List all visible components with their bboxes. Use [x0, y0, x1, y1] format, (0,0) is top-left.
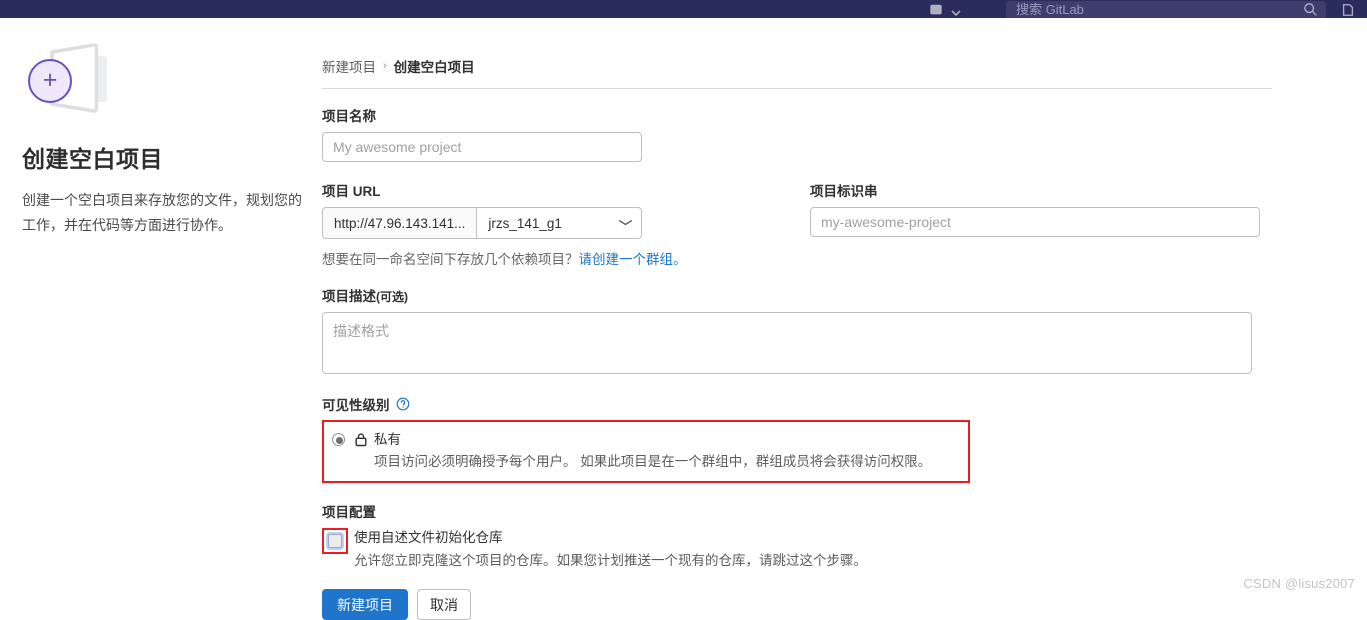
project-url-label: 项目 URL — [322, 184, 381, 199]
breadcrumb-current: 创建空白项目 — [393, 60, 475, 75]
navbar-icon-group — [928, 0, 962, 18]
create-project-form: 新建项目 › 创建空白项目 项目名称 项目 URL http://47.96.1… — [322, 18, 1367, 620]
visibility-private-texts: 私有 项目访问必须明确授予每个用户。 如果此项目是在一个群组中，群组成员将会获得… — [374, 430, 931, 472]
readme-checkbox-row: 使用自述文件初始化仓库 允许您立即克隆这个项目的仓库。如果您计划推送一个现有的仓… — [322, 528, 1272, 572]
visibility-private-radio[interactable] — [332, 433, 345, 446]
visibility-level-header: 可见性级别 — [322, 394, 1272, 414]
visibility-option-private[interactable]: 私有 项目访问必须明确授予每个用户。 如果此项目是在一个群组中，群组成员将会获得… — [328, 430, 958, 472]
initialize-readme-description: 允许您立即克隆这个项目的仓库。如果您计划推送一个现有的仓库，请跳过这个步骤。 — [354, 553, 867, 568]
project-slug-label: 项目标识串 — [810, 184, 878, 199]
readme-checkbox-highlight-box — [322, 528, 348, 554]
visibility-private-name: 私有 — [374, 432, 401, 447]
create-group-link[interactable]: 请创建一个群组。 — [579, 252, 687, 267]
blank-project-info-panel: + 创建空白项目 创建一个空白项目来存放您的文件，规划您的工作，并在代码等方面进… — [0, 18, 322, 596]
namespace-selected-value: jrzs_141_g1 — [488, 215, 562, 231]
global-search-box[interactable]: 搜索 GitLab — [1006, 1, 1326, 18]
watermark: CSDN @lisus2007 — [1243, 576, 1355, 591]
initialize-readme-label[interactable]: 使用自述文件初始化仓库 — [354, 528, 867, 548]
breadcrumb: 新建项目 › 创建空白项目 — [322, 56, 1272, 88]
panel-description: 创建一个空白项目来存放您的文件，规划您的工作，并在代码等方面进行协作。 — [22, 192, 302, 233]
merge-request-icon[interactable] — [1340, 1, 1356, 17]
project-description-optional-text: (可选) — [376, 290, 408, 304]
page-body: + 创建空白项目 创建一个空白项目来存放您的文件，规划您的工作，并在代码等方面进… — [0, 18, 1367, 620]
new-project-folder-plus-icon: + — [22, 40, 118, 124]
project-description-label: 项目描述(可选) — [322, 285, 1272, 305]
url-and-slug-row: 项目 URL http://47.96.143.141... jrzs_141_… — [322, 180, 1272, 268]
cancel-button[interactable]: 取消 — [417, 589, 471, 620]
chevron-down-icon — [618, 218, 633, 229]
top-navbar: 搜索 GitLab — [0, 0, 1367, 18]
visibility-level-label: 可见性级别 — [322, 398, 390, 413]
project-url-field: 项目 URL http://47.96.143.141... jrzs_141_… — [322, 180, 802, 268]
breadcrumb-parent[interactable]: 新建项目 — [322, 56, 376, 76]
plus-badge-icon: + — [28, 59, 72, 103]
project-configuration-section: 项目配置 使用自述文件初始化仓库 允许您立即克隆这个项目的仓库。如果您计划推送一… — [322, 501, 1272, 572]
project-url-input-group: http://47.96.143.141... jrzs_141_g1 — [322, 207, 642, 239]
project-name-field: 项目名称 — [322, 105, 1272, 162]
url-helper-text: 想要在同一命名空间下存放几个依赖项目？请创建一个群组。 — [322, 248, 802, 268]
plus-glyph: + — [42, 66, 58, 94]
project-slug-input[interactable] — [810, 207, 1260, 237]
issues-icon[interactable] — [928, 1, 944, 17]
search-input-placeholder[interactable]: 搜索 GitLab — [1016, 2, 1303, 17]
breadcrumb-separator-icon: › — [383, 60, 387, 72]
namespace-select[interactable]: jrzs_141_g1 — [476, 207, 642, 239]
lock-icon — [354, 432, 368, 447]
form-actions: 新建项目 取消 — [322, 589, 1272, 620]
visibility-private-description: 项目访问必须明确授予每个用户。 如果此项目是在一个群组中，群组成员将会获得访问权… — [374, 454, 932, 469]
chevron-down-icon[interactable] — [950, 3, 962, 17]
project-name-label: 项目名称 — [322, 109, 376, 124]
initialize-readme-checkbox[interactable] — [328, 534, 342, 548]
panel-title: 创建空白项目 — [22, 146, 163, 172]
project-description-label-text: 项目描述 — [322, 289, 376, 304]
project-description-textarea[interactable] — [322, 312, 1252, 374]
visibility-highlight-box: 私有 项目访问必须明确授予每个用户。 如果此项目是在一个群组中，群组成员将会获得… — [322, 420, 970, 483]
project-configuration-label: 项目配置 — [322, 505, 376, 520]
navbar-right-icons — [1340, 1, 1356, 18]
url-prefix-text: http://47.96.143.141... — [322, 207, 477, 239]
url-helper-sentence: 想要在同一命名空间下存放几个依赖项目？ — [322, 252, 579, 267]
visibility-level-section: 可见性级别 私有 项目访问必须明确授予每个用户。 如果此项目是在一个群组中，群组… — [322, 394, 1272, 483]
project-slug-field: 项目标识串 — [802, 180, 1272, 268]
search-icon[interactable] — [1303, 2, 1318, 17]
create-project-button[interactable]: 新建项目 — [322, 589, 408, 620]
project-name-input[interactable] — [322, 132, 642, 162]
navbar-left-spacer — [0, 0, 928, 18]
readme-checkbox-texts: 使用自述文件初始化仓库 允许您立即克隆这个项目的仓库。如果您计划推送一个现有的仓… — [354, 528, 867, 572]
question-circle-icon[interactable] — [396, 397, 410, 411]
project-description-field: 项目描述(可选) — [322, 285, 1272, 374]
header-divider — [322, 88, 1272, 89]
